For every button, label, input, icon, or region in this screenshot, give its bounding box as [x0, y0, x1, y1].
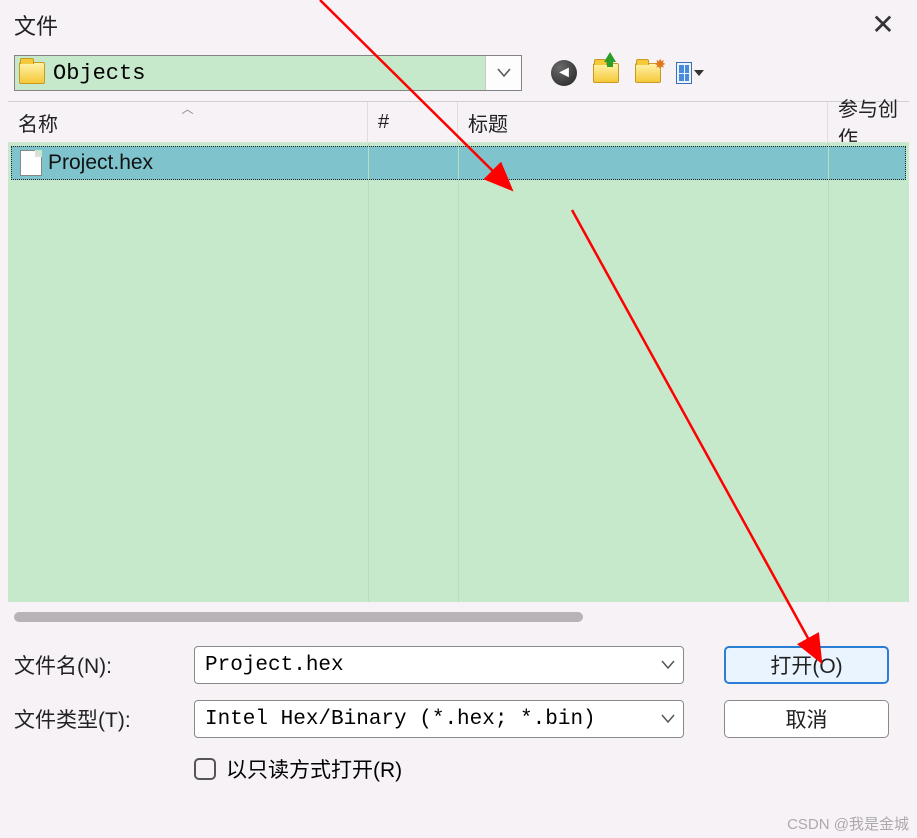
filetype-label: 文件类型(T):: [14, 704, 194, 734]
watermark: CSDN @我是金城: [787, 813, 909, 834]
path-text: Objects: [51, 61, 485, 86]
scrollbar-thumb[interactable]: [14, 612, 583, 622]
close-button[interactable]: ✕: [863, 8, 903, 41]
dialog-title: 文件: [14, 9, 58, 41]
column-headers: ︿ 名称 # 标题 参与创作: [8, 102, 909, 142]
filetype-value: Intel Hex/Binary (*.hex; *.bin): [205, 708, 653, 731]
path-drop-arrow[interactable]: [485, 56, 521, 90]
filename-label: 文件名(N):: [14, 650, 194, 680]
file-name: Project.hex: [48, 151, 153, 175]
path-dropdown[interactable]: Objects: [14, 55, 522, 91]
back-button[interactable]: ◄: [550, 60, 578, 86]
sort-indicator-icon: ︿: [181, 100, 193, 117]
file-list[interactable]: Project.hex: [8, 142, 909, 602]
col-contrib[interactable]: 参与创作: [828, 102, 909, 142]
filetype-drop-icon[interactable]: [653, 714, 683, 724]
cancel-button[interactable]: 取消: [724, 700, 889, 738]
new-folder-button[interactable]: ✸: [634, 60, 662, 86]
file-icon: [20, 150, 42, 176]
filename-value: Project.hex: [205, 654, 653, 677]
col-hash-label: #: [378, 111, 389, 134]
filename-combo[interactable]: Project.hex: [194, 646, 684, 684]
filetype-combo[interactable]: Intel Hex/Binary (*.hex; *.bin): [194, 700, 684, 738]
view-menu-button[interactable]: [676, 60, 704, 86]
open-button[interactable]: 打开(O): [724, 646, 889, 684]
folder-icon: [19, 62, 45, 84]
readonly-checkbox[interactable]: [194, 758, 216, 780]
col-title-label: 标题: [468, 108, 508, 137]
horizontal-scrollbar[interactable]: [14, 612, 903, 622]
readonly-label: 以只读方式打开(R): [226, 754, 402, 784]
filename-drop-icon[interactable]: [653, 660, 683, 670]
col-name[interactable]: ︿ 名称: [8, 102, 368, 142]
col-name-label: 名称: [18, 108, 58, 137]
col-title[interactable]: 标题: [458, 102, 828, 142]
col-hash[interactable]: #: [368, 102, 458, 142]
up-folder-button[interactable]: [592, 60, 620, 86]
